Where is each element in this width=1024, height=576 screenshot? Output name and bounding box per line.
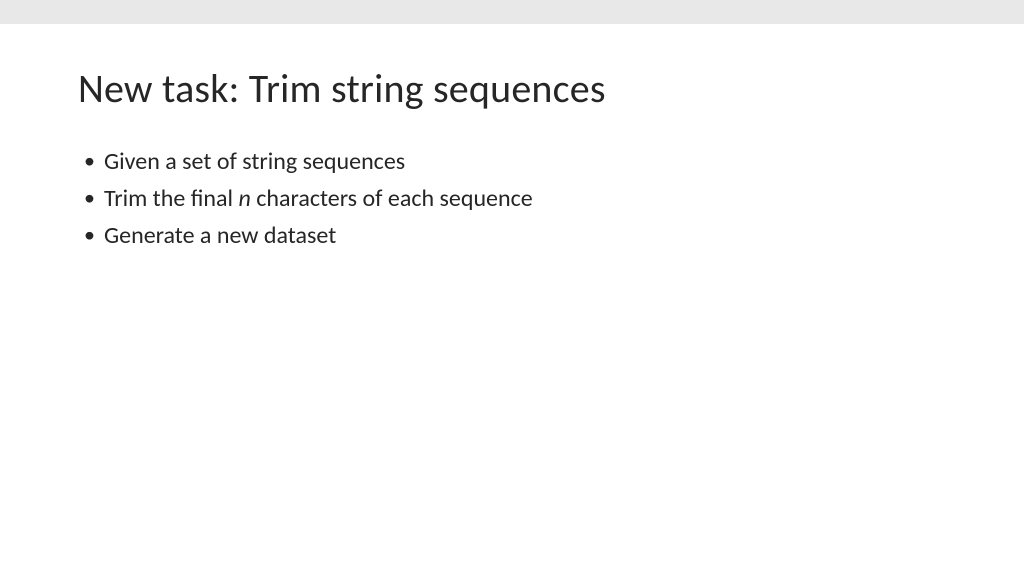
bullet-text: Generate a new dataset [104,221,336,250]
top-bar [0,0,1024,24]
list-item: Trim the final n characters of each sequ… [82,182,946,217]
list-item: Generate a new dataset [82,219,946,254]
slide-content: New task: Trim string sequences Given a … [0,24,1024,253]
slide-title: New task: Trim string sequences [78,64,946,113]
bullet-var: n [238,184,250,213]
bullet-text: Given a set of string sequences [104,147,405,176]
bullet-list: Given a set of string sequences Trim the… [78,145,946,253]
list-item: Given a set of string sequences [82,145,946,180]
bullet-text-after: characters of each sequence [251,184,533,213]
bullet-text: Trim the final [104,184,238,213]
